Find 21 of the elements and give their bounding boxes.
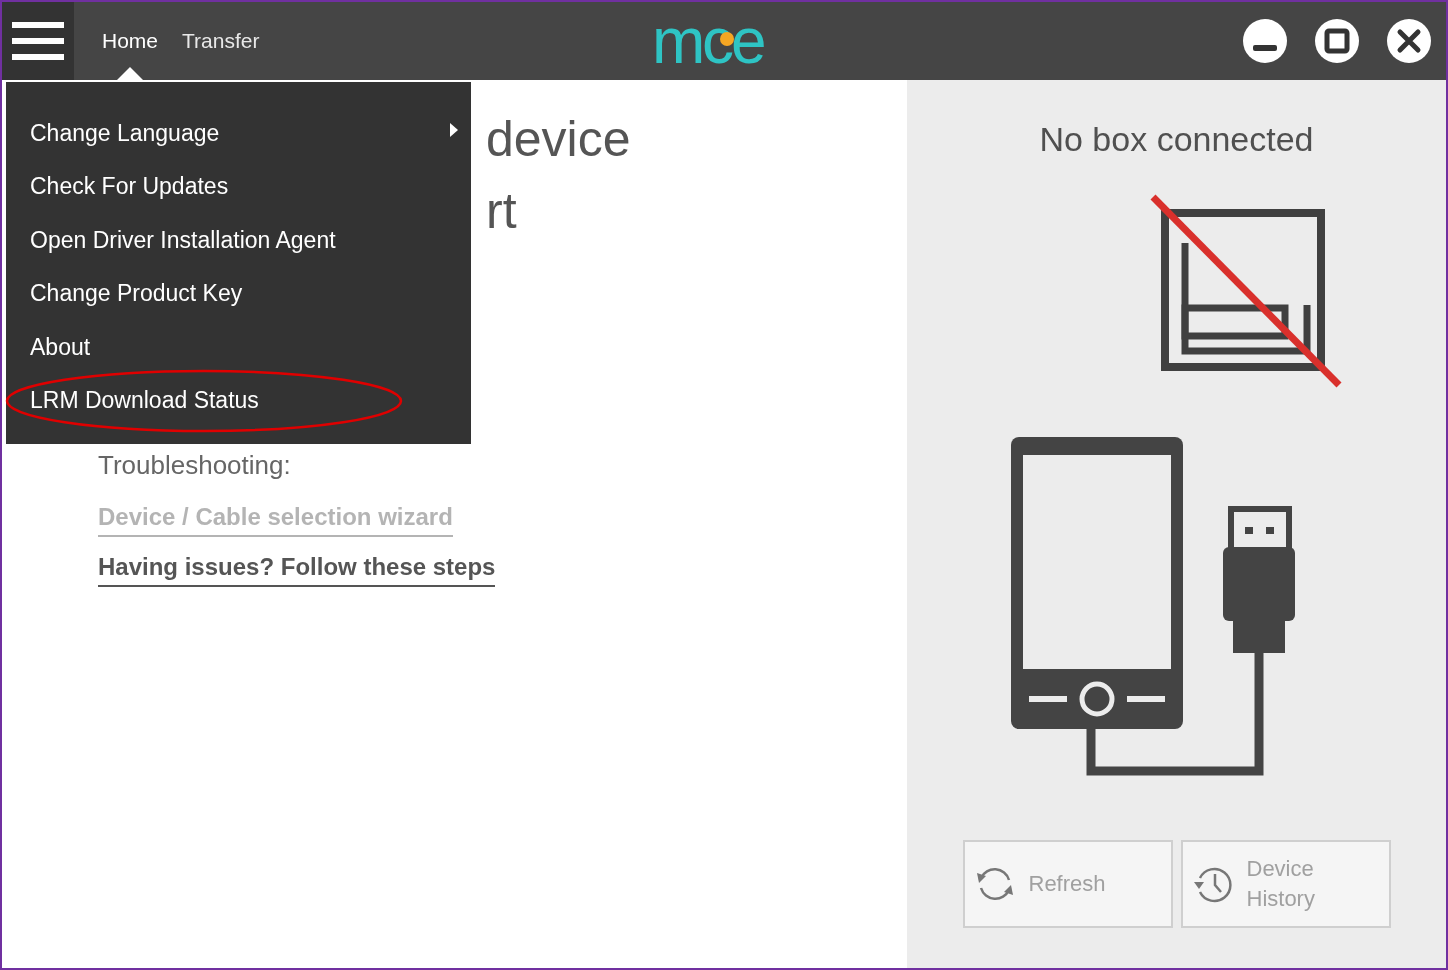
maximize-button[interactable] — [1314, 18, 1360, 64]
minimize-button[interactable] — [1242, 18, 1288, 64]
menu-icon — [12, 22, 64, 60]
heading-text: rt — [486, 182, 518, 240]
minimize-icon — [1242, 18, 1288, 64]
troubleshooting-label: Troubleshooting: — [98, 449, 291, 482]
menu-button[interactable] — [2, 2, 74, 80]
close-icon — [1386, 18, 1432, 64]
menu-item[interactable]: Open Driver Installation Agent — [24, 220, 342, 259]
heading-text: device — [486, 110, 632, 168]
maximize-icon — [1314, 18, 1360, 64]
help-link[interactable]: Having issues? Follow these steps — [98, 549, 496, 587]
nav-tab[interactable]: Home — [94, 2, 167, 80]
logo: mce — [652, 9, 764, 73]
connection-status: No box connected — [1039, 119, 1314, 160]
menu-item[interactable]: Change Language — [24, 113, 226, 152]
menu-item[interactable]: Check For Updates — [24, 167, 235, 206]
menu-item[interactable]: About — [24, 327, 97, 366]
close-button[interactable] — [1386, 18, 1432, 64]
menu-item[interactable]: Change Product Key — [24, 274, 249, 313]
nav-tab[interactable]: Transfer — [174, 2, 268, 80]
